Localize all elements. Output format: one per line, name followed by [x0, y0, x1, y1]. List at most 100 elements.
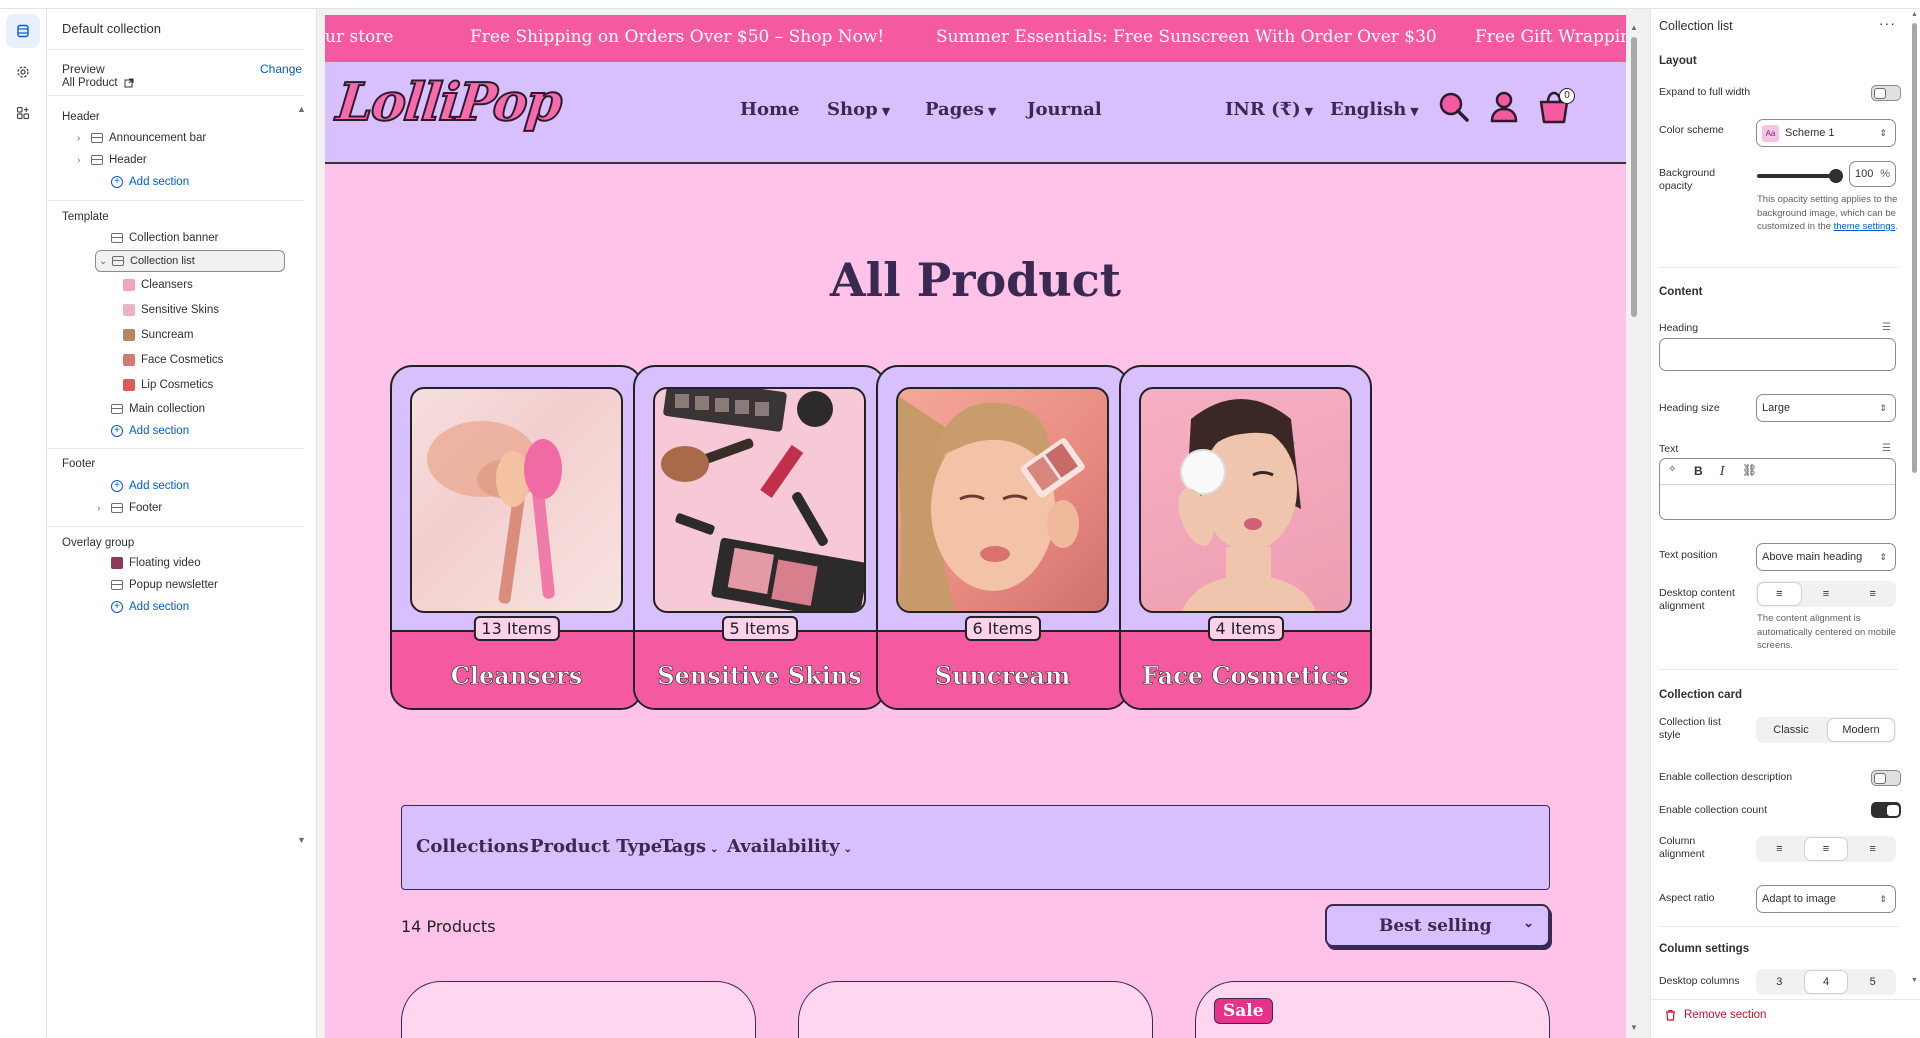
columns-3-option[interactable]: 3: [1758, 971, 1801, 993]
scroll-down-icon[interactable]: ▼: [1911, 977, 1918, 984]
language-label: English: [1330, 99, 1407, 120]
tree-footer[interactable]: › Footer: [97, 502, 162, 514]
add-section-template[interactable]: + Add section: [111, 425, 189, 437]
ai-magic-icon[interactable]: ✧: [1668, 464, 1676, 475]
preview-value[interactable]: All Product: [62, 77, 134, 89]
product-card[interactable]: [401, 981, 756, 1038]
search-icon[interactable]: [1435, 88, 1473, 126]
columns-5-option[interactable]: 5: [1851, 971, 1894, 993]
tree-header[interactable]: › Header: [77, 154, 147, 166]
collection-card-suncream[interactable]: 6 Items Suncream: [876, 365, 1129, 710]
nav-label: Pages: [925, 99, 984, 120]
alignment-help-text: The content alignment is automatically c…: [1757, 613, 1896, 651]
tree-label: Floating video: [129, 557, 201, 569]
change-preview-link[interactable]: Change: [260, 62, 302, 76]
sort-select[interactable]: Best selling ⌄: [1325, 904, 1550, 947]
nav-pages[interactable]: Pages ▼: [925, 99, 996, 120]
italic-icon[interactable]: I: [1720, 464, 1725, 478]
sections-icon[interactable]: [6, 14, 40, 48]
heading-label: Heading: [1659, 322, 1699, 334]
settings-gear-icon[interactable]: [6, 55, 40, 89]
enable-description-toggle[interactable]: [1871, 770, 1901, 786]
announcement-text: Free Gift Wrapping: [1475, 27, 1626, 47]
align-left-icon[interactable]: ≡: [1758, 838, 1801, 860]
tree-block-sensitive-skins[interactable]: Sensitive Skins: [123, 304, 219, 316]
heading-input[interactable]: [1659, 338, 1896, 371]
tree-floating-video[interactable]: Floating video: [111, 557, 201, 569]
account-icon[interactable]: [1485, 88, 1523, 126]
style-modern-option[interactable]: Modern: [1828, 719, 1894, 741]
heading-size-select[interactable]: Large ⇕: [1756, 394, 1896, 422]
add-section-overlay[interactable]: + Add section: [111, 601, 189, 613]
tree-collection-banner[interactable]: Collection banner: [111, 232, 219, 244]
nav-label: Shop: [827, 99, 878, 120]
align-right-icon[interactable]: ≡: [1851, 838, 1894, 860]
divider: [47, 448, 304, 449]
tree-block-cleansers[interactable]: Cleansers: [123, 279, 193, 291]
collection-card-cleansers[interactable]: 13 Items Cleansers: [390, 365, 643, 710]
filter-product-type[interactable]: Product Type ⌄: [530, 836, 675, 857]
tree-main-collection[interactable]: Main collection: [111, 403, 205, 415]
editor-toolbar: ✧ B I ⛓: [1660, 459, 1895, 485]
tree-popup-newsletter[interactable]: Popup newsletter: [111, 579, 218, 591]
tree-block-suncream[interactable]: Suncream: [123, 329, 193, 341]
style-classic-option[interactable]: Classic: [1758, 719, 1824, 741]
more-options-icon[interactable]: ···: [1879, 15, 1896, 31]
filter-collections[interactable]: Collections ⌄: [416, 836, 541, 857]
enable-count-toggle[interactable]: [1871, 802, 1901, 818]
expand-full-width-toggle[interactable]: [1871, 85, 1901, 101]
preview-scrollbar[interactable]: ▲ ▼: [1626, 15, 1642, 1038]
add-section-footer[interactable]: + Add section: [111, 480, 189, 492]
align-right-icon[interactable]: ≡: [1851, 583, 1894, 605]
tree-announcement-bar[interactable]: › Announcement bar: [77, 132, 206, 144]
nav-home[interactable]: Home: [740, 99, 800, 120]
collection-image: [410, 387, 623, 613]
collection-card-face-cosmetics[interactable]: 4 Items Face Cosmetics: [1119, 365, 1372, 710]
sort-value: Best selling: [1379, 916, 1492, 936]
bold-icon[interactable]: B: [1694, 464, 1703, 478]
product-card[interactable]: Sale: [1195, 981, 1550, 1038]
dynamic-source-icon[interactable]: ☰: [1882, 322, 1891, 333]
dynamic-source-icon[interactable]: ☰: [1882, 443, 1891, 454]
product-card[interactable]: [798, 981, 1153, 1038]
aspect-ratio-select[interactable]: Adapt to image ⇕: [1756, 885, 1896, 913]
link-icon[interactable]: ⛓: [1742, 463, 1757, 477]
color-scheme-select[interactable]: Aa Scheme 1 ⇕: [1756, 119, 1896, 147]
site-logo[interactable]: LolliPop: [333, 71, 565, 134]
tree-block-face-cosmetics[interactable]: Face Cosmetics: [123, 354, 223, 366]
align-center-icon[interactable]: ≡: [1805, 583, 1848, 605]
bg-opacity-slider[interactable]: [1757, 174, 1839, 178]
scroll-up-icon[interactable]: ▲: [297, 104, 306, 114]
scrollbar-thumb[interactable]: [1631, 37, 1637, 317]
nav-journal[interactable]: Journal: [1027, 99, 1102, 120]
section-icon: [91, 133, 103, 143]
currency-selector[interactable]: INR (₹) ▼: [1225, 99, 1313, 120]
theme-settings-link[interactable]: theme settings: [1834, 221, 1896, 232]
align-center-icon[interactable]: ≡: [1804, 838, 1848, 860]
add-section-header[interactable]: + Add section: [111, 176, 189, 188]
scroll-up-icon[interactable]: ▲: [1630, 23, 1638, 32]
announcement-text: Summer Essentials: Free Sunscreen With O…: [936, 27, 1437, 47]
filter-availability[interactable]: Availability ⌄: [727, 836, 852, 857]
bg-opacity-input[interactable]: 100 %: [1849, 161, 1896, 187]
scrollbar-thumb[interactable]: [1912, 23, 1917, 473]
language-selector[interactable]: English ▼: [1330, 99, 1419, 120]
plus-circle-icon: +: [111, 176, 123, 188]
text-editor[interactable]: ✧ B I ⛓: [1659, 458, 1896, 520]
scroll-up-icon[interactable]: ▲: [1911, 11, 1918, 18]
scroll-down-icon[interactable]: ▼: [297, 835, 306, 845]
filter-tags[interactable]: Tags ⌄: [660, 836, 718, 857]
scroll-down-icon[interactable]: ▼: [1630, 1023, 1638, 1032]
collection-card-sensitive-skins[interactable]: 5 Items Sensitive Skins: [633, 365, 886, 710]
apps-icon[interactable]: [6, 96, 40, 130]
remove-section-button[interactable]: Remove section: [1665, 1009, 1766, 1021]
slider-handle[interactable]: [1829, 169, 1843, 183]
tree-collection-list[interactable]: ⌄ Collection list: [95, 250, 285, 272]
settings-scrollbar[interactable]: ▲ ▼: [1909, 9, 1919, 989]
align-left-icon[interactable]: ≡: [1758, 583, 1801, 605]
columns-4-option[interactable]: 4: [1804, 971, 1848, 993]
tree-block-lip-cosmetics[interactable]: Lip Cosmetics: [123, 379, 213, 391]
cart-icon[interactable]: 0: [1535, 88, 1575, 126]
nav-shop[interactable]: Shop ▼: [827, 99, 890, 120]
text-position-select[interactable]: Above main heading ⇕: [1756, 543, 1896, 571]
